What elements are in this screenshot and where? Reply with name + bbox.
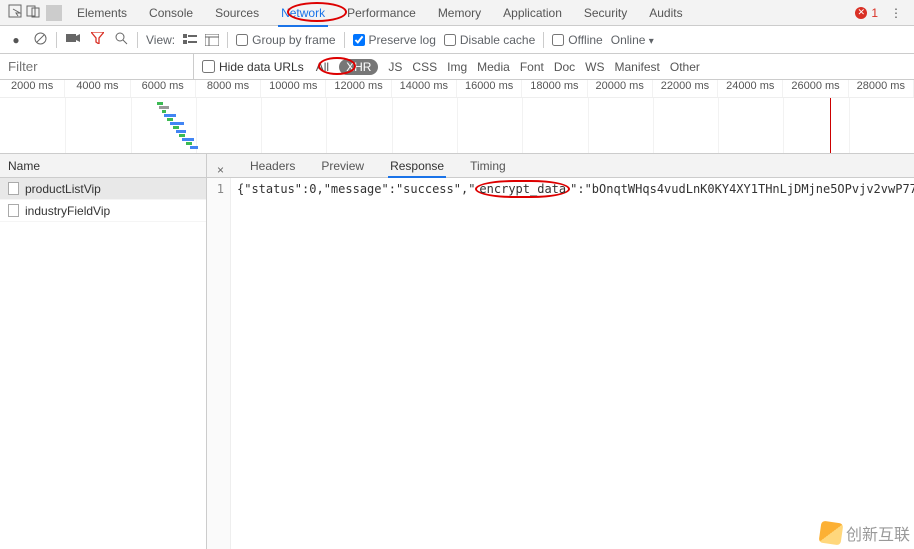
filter-input[interactable] bbox=[0, 54, 194, 79]
group-by-frame[interactable]: Group by frame bbox=[236, 33, 335, 47]
filter-type-img[interactable]: Img bbox=[447, 60, 467, 74]
more-icon[interactable]: ⋮ bbox=[884, 6, 908, 20]
time-tick: 20000 ms bbox=[588, 80, 653, 97]
time-tick: 22000 ms bbox=[653, 80, 718, 97]
waterfall-bar bbox=[162, 110, 166, 113]
line-gutter: 1 bbox=[207, 178, 231, 549]
tab-network[interactable]: Network bbox=[270, 0, 336, 26]
hide-data-urls[interactable]: Hide data URLs bbox=[194, 60, 312, 74]
time-tick: 10000 ms bbox=[261, 80, 326, 97]
watermark-logo-icon bbox=[819, 521, 844, 546]
waterfall-bar bbox=[176, 130, 186, 133]
preserve-log[interactable]: Preserve log bbox=[353, 33, 436, 47]
close-icon[interactable]: × bbox=[217, 163, 230, 177]
waterfall-bar bbox=[179, 134, 185, 137]
tab-elements[interactable]: Elements bbox=[66, 0, 138, 26]
view-detail-icon[interactable] bbox=[205, 34, 219, 46]
filter-icon[interactable] bbox=[89, 32, 105, 47]
name-column-header[interactable]: Name bbox=[0, 154, 206, 178]
waterfall-bar bbox=[157, 102, 163, 105]
waterfall-bar bbox=[182, 138, 194, 141]
detail-tab-preview[interactable]: Preview bbox=[319, 155, 366, 177]
time-tick: 26000 ms bbox=[783, 80, 848, 97]
time-tick: 28000 ms bbox=[849, 80, 914, 97]
view-label: View: bbox=[146, 33, 175, 47]
filter-type-manifest[interactable]: Manifest bbox=[615, 60, 660, 74]
waterfall-bar bbox=[190, 146, 198, 149]
filter-type-css[interactable]: CSS bbox=[412, 60, 437, 74]
filter-type-doc[interactable]: Doc bbox=[554, 60, 575, 74]
tab-security[interactable]: Security bbox=[573, 0, 638, 26]
clear-icon[interactable] bbox=[32, 32, 48, 48]
throttling-select[interactable]: Online ▾ bbox=[611, 33, 654, 47]
filter-type-media[interactable]: Media bbox=[477, 60, 510, 74]
tab-memory[interactable]: Memory bbox=[427, 0, 492, 26]
request-name: industryFieldVip bbox=[25, 204, 110, 218]
filter-type-js[interactable]: JS bbox=[388, 60, 402, 74]
device-icon[interactable] bbox=[24, 4, 42, 21]
request-name: productListVip bbox=[25, 182, 101, 196]
filter-type-all[interactable]: All bbox=[316, 60, 329, 74]
error-badge[interactable]: ✕ 1 bbox=[855, 6, 884, 20]
annotation-highlight-encrypt-data: encrypt_data bbox=[475, 180, 570, 198]
detail-tab-response[interactable]: Response bbox=[388, 155, 446, 177]
time-tick: 6000 ms bbox=[131, 80, 196, 97]
waterfall-bar bbox=[167, 118, 173, 121]
detail-tab-headers[interactable]: Headers bbox=[248, 155, 297, 177]
time-tick: 12000 ms bbox=[326, 80, 391, 97]
filter-type-font[interactable]: Font bbox=[520, 60, 544, 74]
timeline-overview[interactable]: 2000 ms4000 ms6000 ms8000 ms10000 ms1200… bbox=[0, 80, 914, 154]
tab-console[interactable]: Console bbox=[138, 0, 204, 26]
record-icon[interactable]: ● bbox=[8, 33, 24, 47]
tab-sources[interactable]: Sources bbox=[204, 0, 270, 26]
filter-type-ws[interactable]: WS bbox=[585, 60, 604, 74]
tab-audits[interactable]: Audits bbox=[638, 0, 693, 26]
inspect-icon[interactable] bbox=[6, 4, 24, 21]
waterfall-bar bbox=[170, 122, 184, 125]
time-tick: 14000 ms bbox=[392, 80, 457, 97]
file-icon bbox=[8, 182, 19, 195]
watermark: 创新互联 bbox=[820, 521, 910, 545]
file-icon bbox=[8, 204, 19, 217]
waterfall-bar bbox=[159, 106, 169, 109]
time-tick: 18000 ms bbox=[522, 80, 587, 97]
time-tick: 2000 ms bbox=[0, 80, 65, 97]
filter-type-xhr[interactable]: XHR bbox=[339, 59, 378, 75]
tab-application[interactable]: Application bbox=[492, 0, 573, 26]
filter-type-other[interactable]: Other bbox=[670, 60, 700, 74]
view-list-icon[interactable] bbox=[183, 34, 197, 46]
time-tick: 4000 ms bbox=[65, 80, 130, 97]
disable-cache[interactable]: Disable cache bbox=[444, 33, 535, 47]
time-tick: 8000 ms bbox=[196, 80, 261, 97]
request-row[interactable]: industryFieldVip bbox=[0, 200, 206, 222]
tab-performance[interactable]: Performance bbox=[336, 0, 427, 26]
waterfall-bar bbox=[186, 142, 192, 145]
search-icon[interactable] bbox=[113, 32, 129, 48]
detail-tab-timing[interactable]: Timing bbox=[468, 155, 508, 177]
error-count: 1 bbox=[871, 6, 878, 20]
waterfall-bar bbox=[173, 126, 179, 129]
time-tick: 16000 ms bbox=[457, 80, 522, 97]
request-row[interactable]: productListVip bbox=[0, 178, 206, 200]
error-icon: ✕ bbox=[855, 7, 867, 19]
response-body[interactable]: {"status":0,"message":"success","encrypt… bbox=[231, 178, 914, 549]
camera-icon[interactable] bbox=[65, 32, 81, 47]
offline[interactable]: Offline bbox=[552, 33, 602, 47]
waterfall-bar bbox=[164, 114, 176, 117]
time-tick: 24000 ms bbox=[718, 80, 783, 97]
